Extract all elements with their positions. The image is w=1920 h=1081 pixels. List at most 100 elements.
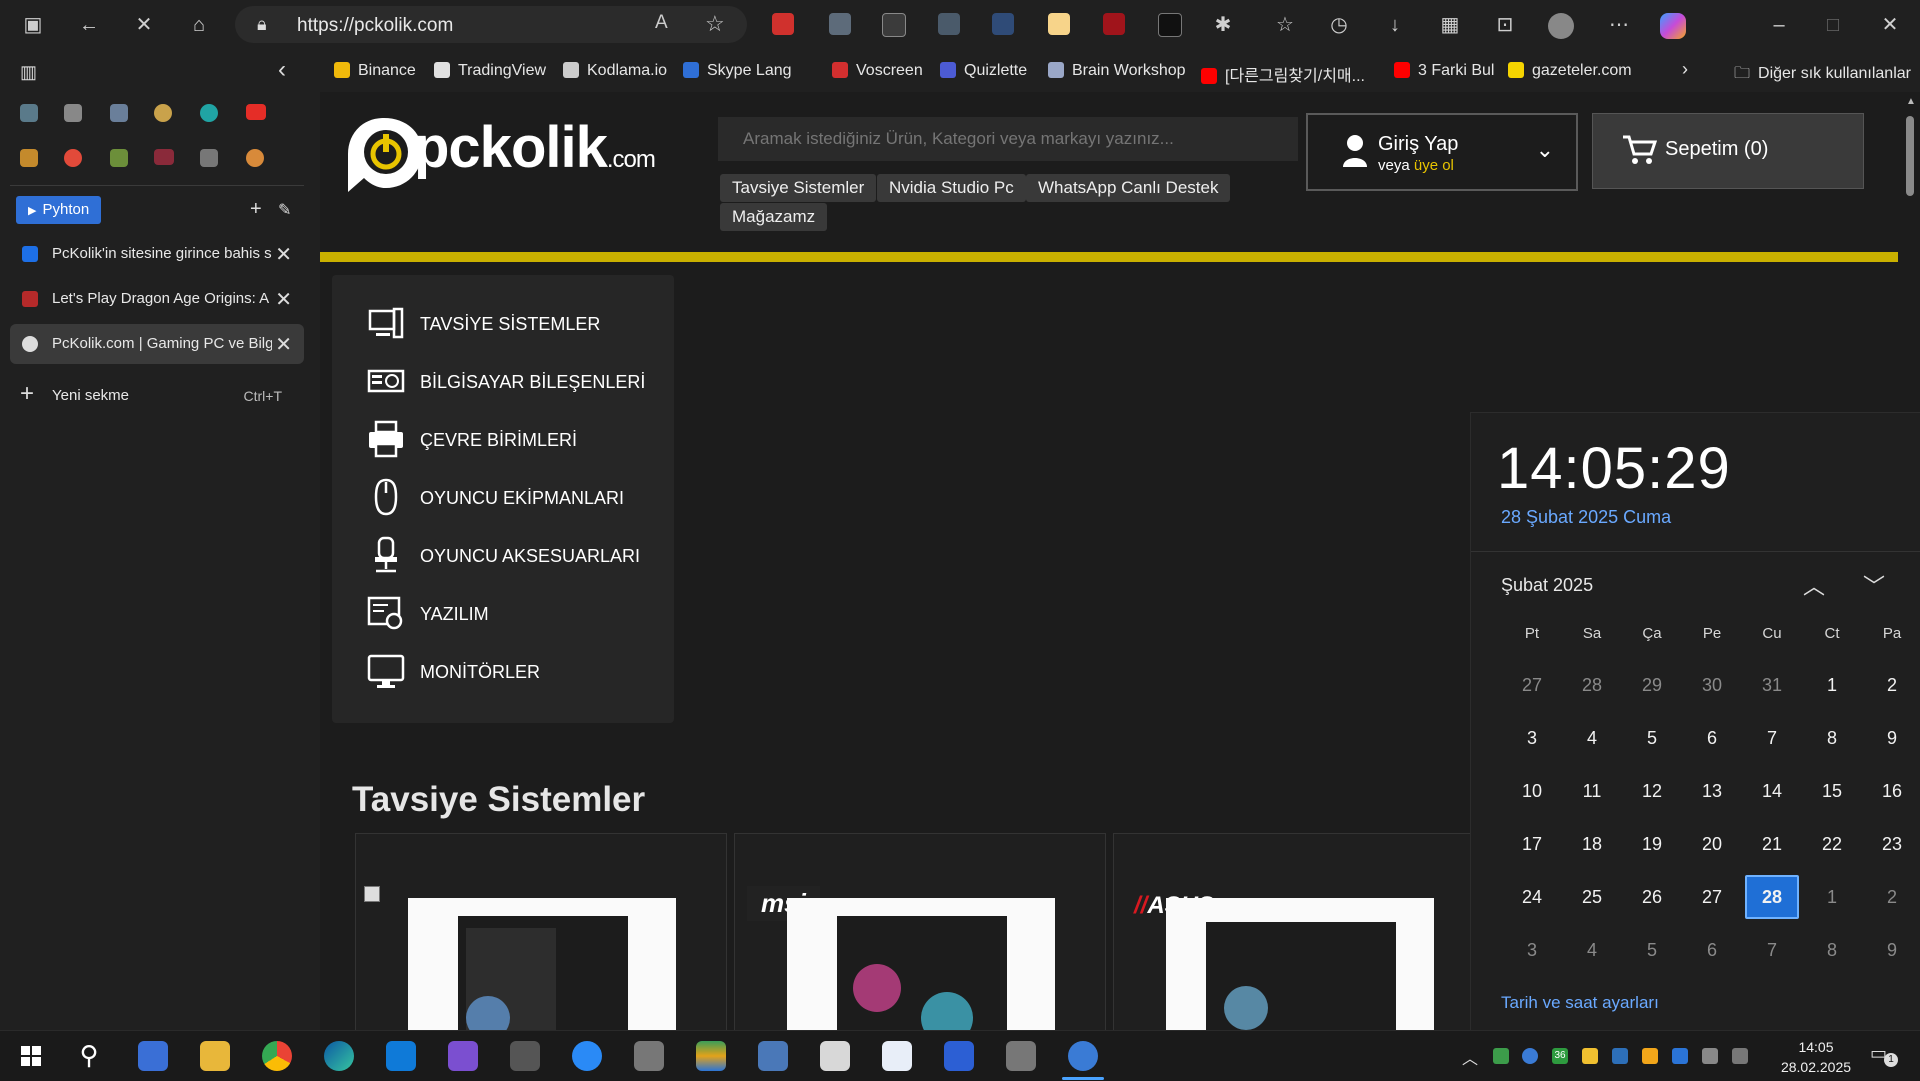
pen-icon[interactable] [1732,1048,1748,1064]
read-aloud-icon[interactable]: A [655,12,668,34]
bookmark-item[interactable]: Kodlama.io [563,62,667,80]
sidebar-tab[interactable]: PcKolik'in sitesine girince bahis s ✕ [10,234,304,274]
calendar-day-today[interactable]: 28 [1745,875,1799,919]
downloads-icon[interactable]: ↓ [1382,12,1408,38]
profile-avatar[interactable] [1548,13,1574,39]
new-tab-button[interactable]: + Yeni sekme Ctrl+T [10,376,304,416]
calendar-day[interactable]: 28 [1565,663,1619,707]
calendar-day[interactable]: 26 [1625,875,1679,919]
login-dropdown[interactable]: Giriş Yap veya üye ol ⌄ [1306,113,1578,191]
previous-month-chevron-up-icon[interactable]: ︿ [1803,569,1825,601]
quick-link-chip[interactable]: Tavsiye Sistemler [720,174,877,202]
visual-studio-icon[interactable] [448,1041,478,1071]
close-tab-icon[interactable]: ✕ [275,242,292,267]
product-card[interactable]: //ASUS [1113,833,1485,1030]
chrome-icon[interactable] [262,1041,292,1071]
vscode-icon[interactable] [386,1041,416,1071]
pinned-tab[interactable] [20,104,38,122]
pinned-tab[interactable] [110,104,128,122]
powershell-icon[interactable] [944,1041,974,1071]
bookmarks-overflow-chevron-icon[interactable]: › [1682,59,1688,80]
ublock-icon[interactable] [1103,13,1125,35]
bookmark-item[interactable]: Brain Workshop [1048,62,1186,80]
calendar-day[interactable]: 27 [1505,663,1559,707]
calendar-day[interactable]: 14 [1745,769,1799,813]
calendar-day[interactable]: 5 [1625,928,1679,972]
calendar-day[interactable]: 6 [1685,716,1739,760]
collapse-sidebar-chevron-icon[interactable]: ‹ [278,56,286,84]
bookmark-item[interactable]: Voscreen [832,62,923,80]
copilot-icon[interactable] [1660,13,1686,39]
calendar-day[interactable]: 5 [1625,716,1679,760]
maximize-icon[interactable]: □ [1820,12,1846,38]
sidebar-toggle-icon[interactable]: ▥ [20,62,37,83]
calendar-day[interactable]: 4 [1565,716,1619,760]
calendar-day[interactable]: 31 [1745,663,1799,707]
calendar-day[interactable]: 21 [1745,822,1799,866]
calendar-day[interactable]: 16 [1865,769,1919,813]
edge-icon[interactable] [324,1041,354,1071]
close-window-icon[interactable]: ✕ [1877,12,1903,38]
tray-app-icon[interactable] [1582,1048,1598,1064]
calendar-day[interactable]: 1 [1805,875,1859,919]
bookmark-item[interactable]: Quizlette [940,62,1027,80]
pinned-tab[interactable] [200,149,218,167]
layers-app-icon[interactable] [696,1041,726,1071]
unity-icon[interactable] [510,1041,540,1071]
calendar-day[interactable]: 20 [1685,822,1739,866]
calendar-day[interactable]: 8 [1805,716,1859,760]
bookmark-item[interactable]: Binance [334,62,416,80]
tray-app-icon[interactable] [1642,1048,1658,1064]
quick-link-chip[interactable]: Nvidia Studio Pc [877,174,1026,202]
stop-loading-icon[interactable]: ✕ [131,12,157,38]
scroll-up-icon[interactable]: ▲ [1906,96,1916,107]
calendar-day[interactable]: 17 [1505,822,1559,866]
url-text[interactable]: https://pckolik.com [297,15,453,37]
calendar-day[interactable]: 7 [1745,928,1799,972]
pinned-tab[interactable] [64,149,82,167]
home-icon[interactable]: ⌂ [186,12,212,38]
start-windows-icon[interactable] [16,1041,46,1071]
bookmark-item[interactable]: [다른그림찾기/치매... [1201,62,1365,86]
site-logo[interactable]: pckolik.com [344,114,656,199]
tray-badge-icon[interactable]: 36 [1552,1048,1568,1064]
tray-app-icon[interactable] [1493,1048,1509,1064]
bookmark-item[interactable]: Skype Lang [683,62,792,80]
notes-extension-icon[interactable] [1048,13,1070,35]
pinned-tab[interactable] [246,104,266,120]
tab-group-label[interactable]: ▶ Pyhton [16,196,102,224]
bookmark-item[interactable]: TradingView [434,62,546,80]
scrollbar-thumb[interactable] [1906,116,1914,196]
workspaces-icon[interactable]: ▣ [20,12,46,38]
notifications-icon[interactable]: ▭ 1 [1870,1043,1898,1067]
network-icon[interactable] [1702,1048,1718,1064]
next-month-chevron-down-icon[interactable]: ﹀ [1863,569,1885,601]
w-extension-icon[interactable] [1158,13,1182,37]
calendar-day[interactable]: 29 [1625,663,1679,707]
calendar-day[interactable]: 7 [1745,716,1799,760]
quick-link-chip[interactable]: WhatsApp Canlı Destek [1026,174,1231,202]
date-time-settings-link[interactable]: Tarih ve saat ayarları [1501,993,1659,1013]
extension-badge-icon[interactable] [829,13,851,35]
calendar-day[interactable]: 10 [1505,769,1559,813]
calendar-day[interactable]: 18 [1565,822,1619,866]
app-store-icon[interactable] [572,1041,602,1071]
quick-link-chip[interactable]: Mağazamz [720,203,828,231]
close-tab-icon[interactable]: ✕ [275,287,292,312]
calendar-day[interactable]: 8 [1805,928,1859,972]
calendar-day[interactable]: 19 [1625,822,1679,866]
calendar-day[interactable]: 2 [1865,875,1919,919]
back-icon[interactable]: ← [76,12,102,38]
other-favorites-folder[interactable]: 🗀︎ Diğer sık kullanılanlar [1734,62,1911,89]
month-label[interactable]: Şubat 2025 [1501,575,1593,596]
sidebar-tab-active[interactable]: PcKolik.com | Gaming PC ve Bilgi ✕ [10,324,304,364]
register-link[interactable]: üye ol [1414,157,1454,174]
pinned-tab[interactable] [154,104,172,122]
bookmark-item[interactable]: 3 Farki Bul [1394,62,1494,80]
bluetooth-icon[interactable] [1672,1048,1688,1064]
calendar-day[interactable]: 24 [1505,875,1559,919]
tray-qbittorrent-icon[interactable] [1522,1048,1538,1064]
bookmark-item[interactable]: gazeteler.com [1508,62,1632,80]
calendar-day[interactable]: 4 [1565,928,1619,972]
site-search[interactable] [718,117,1298,161]
